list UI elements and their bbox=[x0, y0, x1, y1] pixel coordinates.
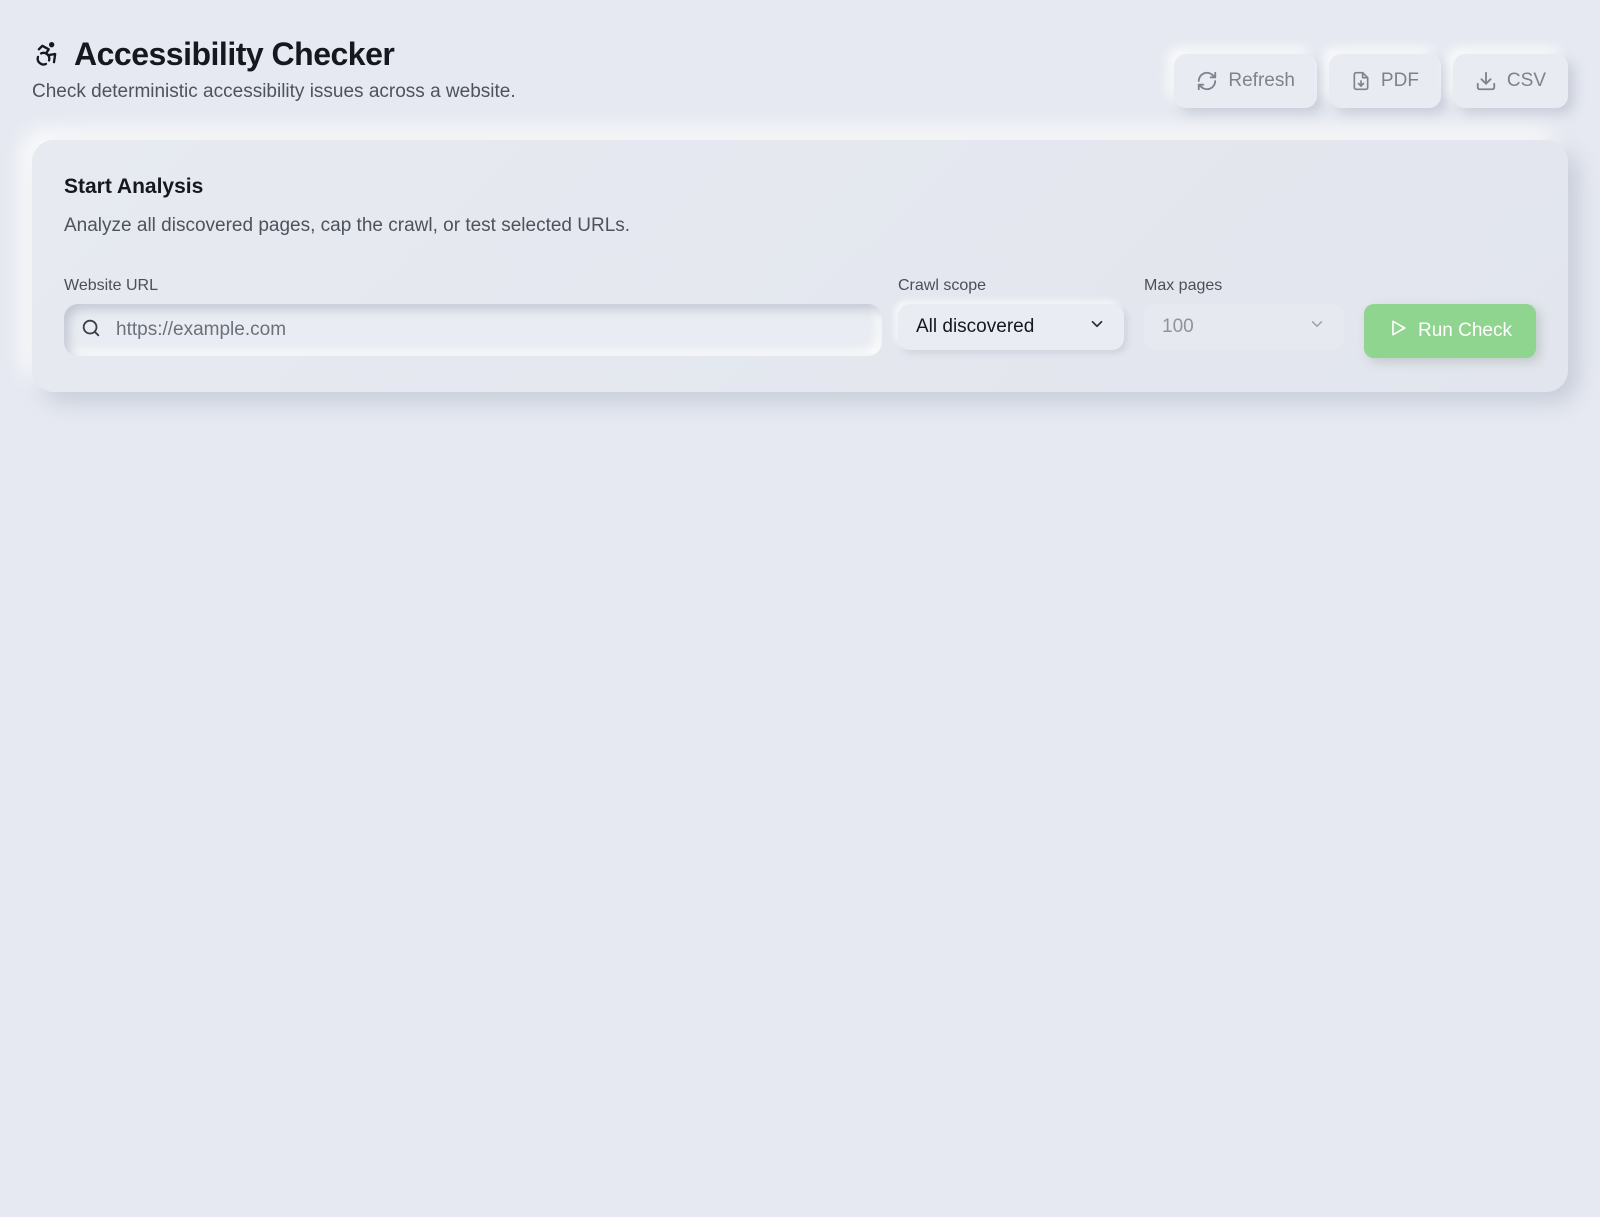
start-analysis-card: Start Analysis Analyze all discovered pa… bbox=[32, 140, 1568, 392]
accessibility-icon bbox=[32, 39, 62, 69]
chevron-down-icon bbox=[1308, 315, 1326, 339]
website-url-field[interactable] bbox=[64, 304, 882, 356]
run-check-label: Run Check bbox=[1418, 320, 1512, 341]
max-pages-value: 100 bbox=[1162, 316, 1194, 337]
crawl-scope-select[interactable]: All discovered bbox=[898, 304, 1124, 350]
pdf-export-button[interactable]: PDF bbox=[1328, 54, 1441, 108]
chevron-down-icon bbox=[1088, 315, 1106, 339]
analysis-form: Website URL Crawl scope All discovered M… bbox=[64, 276, 1536, 358]
refresh-button[interactable]: Refresh bbox=[1174, 54, 1317, 108]
pdf-label: PDF bbox=[1380, 70, 1419, 91]
csv-export-button[interactable]: CSV bbox=[1452, 54, 1568, 108]
refresh-label: Refresh bbox=[1228, 70, 1295, 91]
website-url-input[interactable] bbox=[114, 318, 858, 342]
refresh-icon bbox=[1196, 70, 1218, 92]
play-icon bbox=[1388, 318, 1408, 344]
max-pages-label: Max pages bbox=[1144, 277, 1223, 294]
website-url-label: Website URL bbox=[64, 277, 158, 294]
crawl-scope-label: Crawl scope bbox=[898, 277, 987, 294]
download-icon bbox=[1475, 70, 1497, 92]
file-download-icon bbox=[1351, 70, 1371, 92]
csv-label: CSV bbox=[1506, 70, 1546, 91]
toolbar: Refresh PDF CSV bbox=[1174, 54, 1568, 108]
page-title: Accessibility Checker bbox=[74, 36, 395, 72]
crawl-scope-value: All discovered bbox=[916, 316, 1035, 337]
card-title: Start Analysis bbox=[64, 175, 204, 198]
page-header: Accessibility Checker Check deterministi… bbox=[32, 36, 1568, 116]
search-icon bbox=[80, 317, 102, 344]
card-description: Analyze all discovered pages, cap the cr… bbox=[64, 215, 631, 236]
run-check-button[interactable]: Run Check bbox=[1364, 304, 1536, 358]
max-pages-select[interactable]: 100 bbox=[1144, 304, 1344, 350]
